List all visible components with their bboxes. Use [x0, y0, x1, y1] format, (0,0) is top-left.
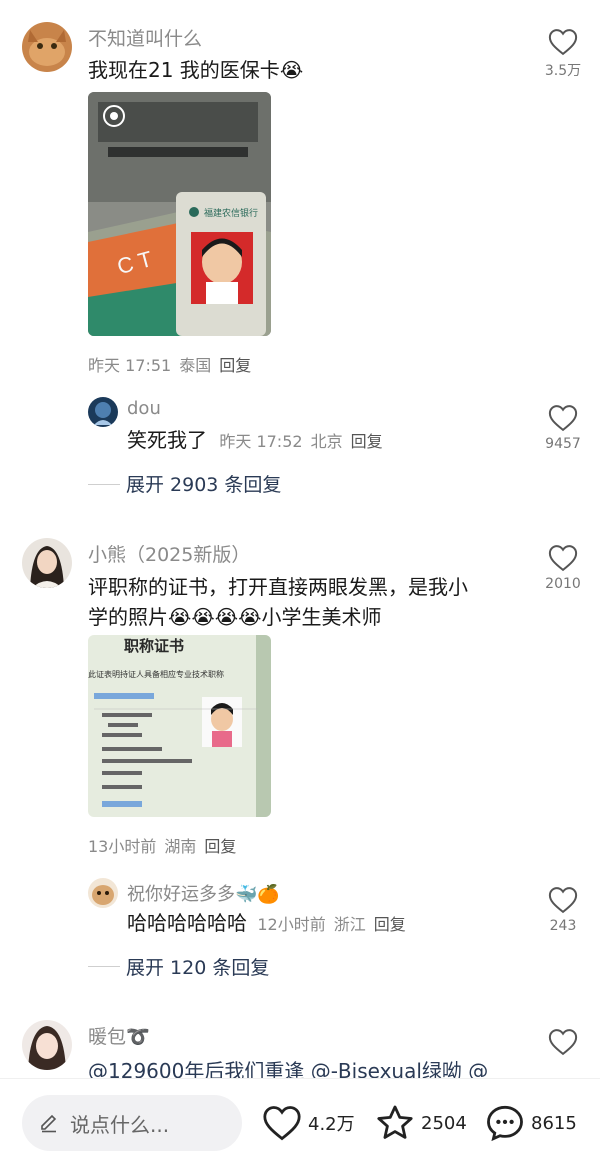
card-bank-name: 福建农信银行: [204, 207, 258, 219]
like-button[interactable]: [533, 1028, 593, 1056]
comment-bubble-icon: [487, 1105, 523, 1142]
avatar[interactable]: [22, 1020, 72, 1070]
heart-icon: [548, 29, 578, 56]
reply-text: 笑死我了 昨天 17:52 北京 回复: [127, 425, 391, 457]
reply-text-body: 哈哈哈哈哈哈: [127, 911, 247, 935]
comment-total: 8615: [531, 1112, 577, 1134]
comment-username-text: 暖包: [88, 1026, 127, 1048]
heart-icon: [548, 545, 578, 572]
crying-emoji: 😭: [279, 58, 304, 82]
like-count: 2010: [545, 576, 581, 592]
comment-input-placeholder: 说点什么...: [70, 1113, 170, 1137]
username-symbol: ➰: [126, 1026, 150, 1048]
like-button[interactable]: 9457: [533, 404, 593, 452]
reply-button[interactable]: 回复: [204, 837, 236, 856]
reply-username[interactable]: dou: [127, 398, 161, 419]
bottom-action-bar: 说点什么... 4.2万 2504 8615: [0, 1078, 600, 1164]
comment-location: 泰国: [179, 356, 212, 375]
like-button[interactable]: 3.5万: [533, 28, 593, 80]
comment-action[interactable]: 8615: [485, 1101, 577, 1145]
comment-text-tail: 小学生美术师: [261, 605, 382, 629]
comment-username[interactable]: 小熊（2025新版）: [88, 540, 250, 567]
reply-text: 哈哈哈哈哈哈 12小时前 浙江 回复: [127, 908, 414, 940]
reply-time: 12小时前: [257, 915, 326, 934]
comment-time: 昨天 17:51: [88, 356, 172, 375]
reply-button[interactable]: 回复: [219, 356, 251, 375]
like-action[interactable]: 4.2万: [262, 1101, 355, 1145]
reply-username-text: 祝你好运多多: [127, 884, 235, 905]
reply-button[interactable]: 回复: [374, 915, 406, 934]
like-count: 243: [549, 918, 577, 934]
heart-icon: [548, 1029, 578, 1056]
comment-location: 湖南: [164, 837, 197, 856]
comment-image[interactable]: 职称证书 此证表明持证人具备相应专业技术职称: [88, 635, 271, 817]
comment-text-body: 学的照片: [88, 605, 168, 629]
reply-button[interactable]: 回复: [351, 432, 383, 451]
divider: [88, 484, 120, 485]
avatar[interactable]: [22, 22, 72, 72]
comment-username[interactable]: 不知道叫什么: [88, 24, 202, 51]
certificate-subtitle: 此证表明持证人具备相应专业技术职称: [88, 669, 224, 679]
comment-text: 我现在21 我的医保卡😭: [88, 55, 303, 85]
like-count: 3.5万: [544, 63, 582, 79]
whale-orange-emoji: 🐳🍊: [235, 884, 280, 905]
favorite-total: 2504: [421, 1112, 467, 1134]
heart-icon: [263, 1106, 301, 1141]
comment-meta: 昨天 17:51 泰国 回复: [88, 352, 259, 376]
comment-text: @129600年后我们重逢 @-Bisexual绿呦 @: [88, 1059, 489, 1078]
comment-text-line2: 学的照片😭😭😭😭小学生美术师: [88, 602, 518, 632]
avatar[interactable]: [22, 538, 72, 588]
reply-text-body: 笑死我了: [127, 428, 207, 452]
like-button[interactable]: 243: [533, 886, 593, 934]
pencil-icon: [41, 1114, 57, 1133]
crying-emoji: 😭😭😭😭: [168, 605, 262, 629]
comment-text: 评职称的证书，打开直接两眼发黑，是我小 学的照片😭😭😭😭小学生美术师: [88, 572, 518, 632]
comment-item: 小熊（2025新版） 评职称的证书，打开直接两眼发黑，是我小 学的照片😭😭😭😭小…: [0, 520, 600, 1000]
like-button[interactable]: 2010: [533, 544, 593, 592]
like-total: 4.2万: [308, 1114, 355, 1135]
star-icon: [377, 1105, 413, 1139]
favorite-action[interactable]: 2504: [375, 1101, 467, 1145]
avatar[interactable]: [88, 878, 118, 908]
reply-username[interactable]: 祝你好运多多🐳🍊: [127, 880, 280, 906]
expand-replies-button[interactable]: 展开 2903 条回复: [126, 470, 281, 497]
comment-item: 暖包➰ @129600年后我们重逢 @-Bisexual绿呦 @: [0, 1000, 600, 1078]
comment-time: 13小时前: [88, 837, 157, 856]
reply-time: 昨天 17:52: [219, 432, 303, 451]
reply-location: 北京: [310, 432, 343, 451]
avatar[interactable]: [88, 397, 118, 427]
heart-icon: [548, 887, 578, 914]
comment-input[interactable]: 说点什么...: [22, 1095, 242, 1151]
comment-meta: 13小时前 湖南 回复: [88, 833, 244, 857]
comment-text-line1: 评职称的证书，打开直接两眼发黑，是我小: [88, 575, 468, 599]
certificate-title: 职称证书: [124, 637, 184, 655]
divider: [88, 966, 120, 967]
reply-location: 浙江: [333, 915, 366, 934]
like-count: 9457: [545, 436, 581, 452]
expand-replies-button[interactable]: 展开 120 条回复: [126, 953, 269, 980]
comment-username[interactable]: 暖包➰: [88, 1022, 150, 1049]
comment-image[interactable]: C T 福建农信银行: [88, 92, 271, 336]
comment-item: 不知道叫什么 我现在21 我的医保卡😭 3.5万 C T 福建农信银行 昨天 1…: [0, 0, 600, 520]
heart-icon: [548, 405, 578, 432]
comment-text-body: 我现在21 我的医保卡: [88, 58, 280, 82]
